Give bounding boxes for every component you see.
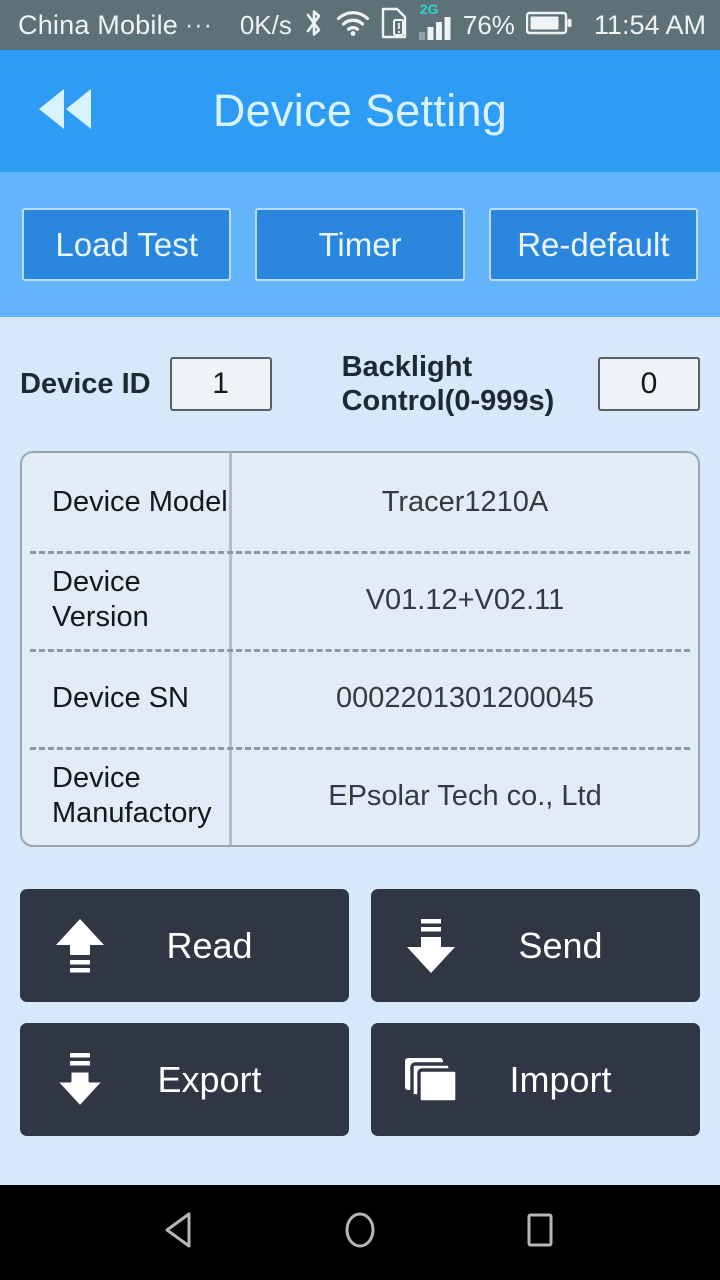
nav-home-circle-icon <box>340 1209 380 1256</box>
upload-arrow-up-icon <box>44 915 116 977</box>
import-button[interactable]: Import <box>371 1023 700 1136</box>
send-button-label: Send <box>518 924 603 966</box>
carrier-overflow-dots: ··· <box>184 10 213 39</box>
network-type-label: 2G <box>419 1 439 17</box>
backlight-control-label: Backlight Control(0-999s) <box>342 350 574 418</box>
status-bar: China Mobile ··· 0K/s 2G 76% 11:54 AM <box>0 0 720 50</box>
export-button-label: Export <box>157 1058 262 1100</box>
table-row-value: EPsolar Tech co., Ltd <box>328 779 602 812</box>
sim-card-alert-icon <box>381 7 407 44</box>
table-row-key: Device SN <box>22 649 232 747</box>
nav-back-triangle-icon <box>161 1210 199 1255</box>
download-arrow-down-icon <box>395 915 467 977</box>
export-arrow-down-outline-icon <box>44 1049 116 1111</box>
backlight-control-input[interactable]: 0 <box>598 357 700 411</box>
table-row-key: Device Model <box>22 453 232 551</box>
table-row: Device Model Tracer1210A <box>22 453 698 551</box>
nav-home-button[interactable] <box>310 1198 410 1268</box>
device-settings-field-row: Device ID 1 Backlight Control(0-999s) 0 <box>20 317 700 451</box>
title-bar: Device Setting <box>0 50 720 172</box>
table-row-key: Device Version <box>22 551 232 649</box>
load-test-button[interactable]: Load Test <box>22 208 232 281</box>
clock-label: 11:54 AM <box>593 9 706 40</box>
bluetooth-icon <box>303 7 325 44</box>
table-row-value: Tracer1210A <box>381 485 549 518</box>
stacked-cards-icon <box>395 1052 467 1108</box>
page-title: Device Setting <box>212 85 508 136</box>
read-button-label: Read <box>166 924 253 966</box>
table-row-key: Device Manufactory <box>22 747 232 845</box>
settings-content: Device ID 1 Backlight Control(0-999s) 0 … <box>0 317 720 1185</box>
nav-back-button[interactable] <box>130 1198 230 1268</box>
table-row: Device Manufactory EPsolar Tech co., Ltd <box>22 747 698 845</box>
backlight-control-label-line1: Backlight <box>341 350 473 383</box>
android-nav-bar <box>0 1185 720 1280</box>
table-row-key-line1: Device <box>52 762 141 795</box>
table-row: Device Version V01.12+V02.11 <box>22 551 698 649</box>
action-button-row: Export Import <box>20 1023 700 1136</box>
battery-percent-label: 76% <box>462 9 515 40</box>
network-speed-label: 0K/s <box>239 9 292 40</box>
table-row: Device SN 0002201301200045 <box>22 649 698 747</box>
top-button-band: Load Test Timer Re-default <box>0 172 720 317</box>
send-button[interactable]: Send <box>371 889 700 1002</box>
nav-recents-button[interactable] <box>490 1198 590 1268</box>
table-row-key-line2: Version <box>52 601 149 633</box>
read-button[interactable]: Read <box>20 889 349 1002</box>
table-row-key-line1: Device <box>52 566 141 599</box>
table-row-key-line2: Manufactory <box>52 797 212 829</box>
backlight-control-label-line2: Control(0-999s) <box>341 385 555 417</box>
status-bar-icons: 0K/s 2G 76% 11:54 AM <box>239 1 706 45</box>
back-button[interactable] <box>22 76 108 146</box>
table-row-value: 0002201301200045 <box>335 681 595 714</box>
wifi-icon <box>336 9 370 42</box>
table-row-value: V01.12+V02.11 <box>365 583 565 616</box>
app-screen: China Mobile ··· 0K/s 2G 76% 11:54 AM De… <box>0 0 720 1280</box>
signal-bars-icon: 2G <box>418 1 452 45</box>
import-button-label: Import <box>509 1058 612 1100</box>
battery-icon <box>525 10 572 41</box>
export-button[interactable]: Export <box>20 1023 349 1136</box>
device-info-table: Device Model Tracer1210A Device Version … <box>20 451 700 847</box>
re-default-button[interactable]: Re-default <box>488 208 698 281</box>
action-button-row: Read Send <box>20 889 700 1002</box>
timer-button[interactable]: Timer <box>255 208 465 281</box>
nav-recents-square-icon <box>523 1210 557 1255</box>
device-id-label: Device ID <box>20 367 151 400</box>
carrier-label: China Mobile <box>18 9 178 40</box>
device-id-input[interactable]: 1 <box>169 357 272 411</box>
rewind-back-icon <box>33 86 97 137</box>
action-buttons: Read Send Export Import <box>20 889 700 1136</box>
